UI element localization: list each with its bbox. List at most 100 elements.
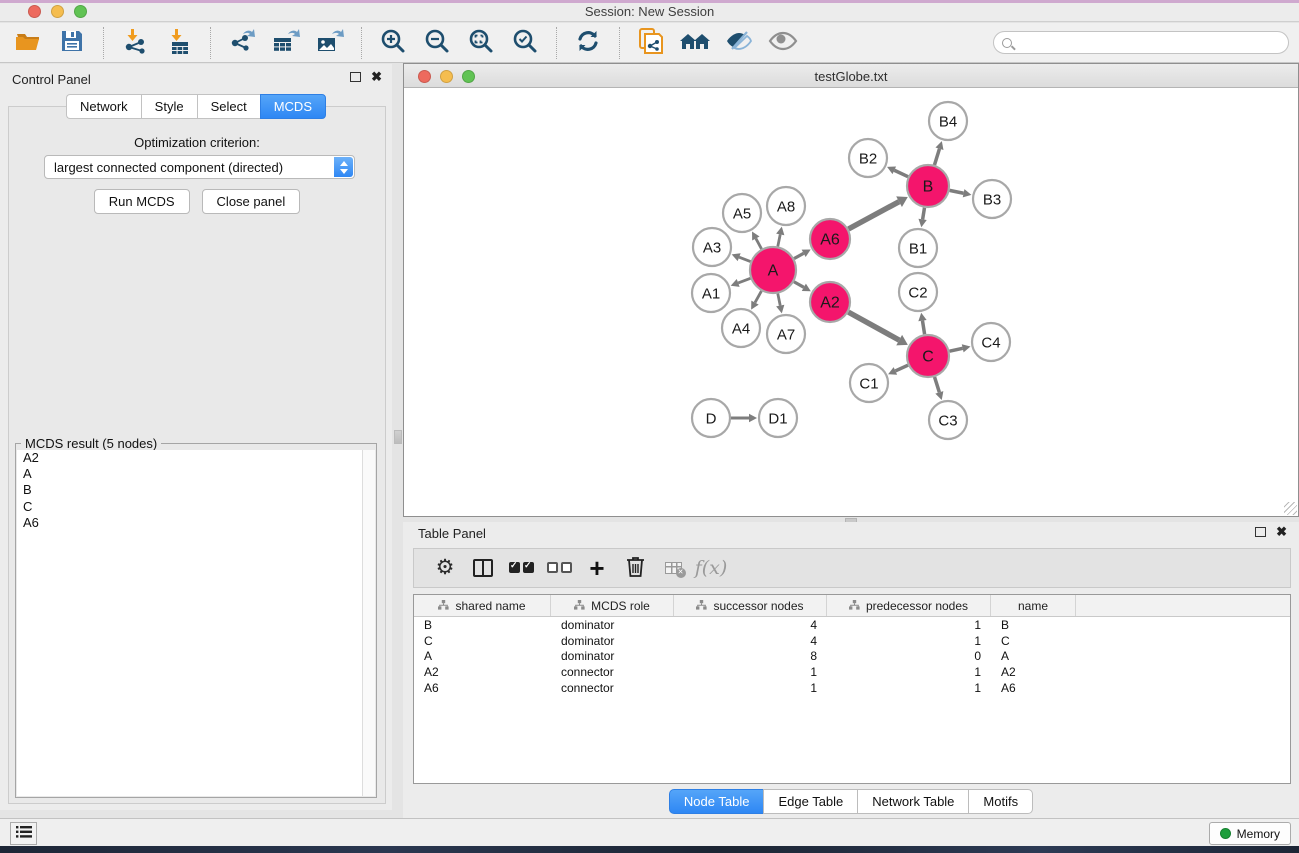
cell-MCDS-role[interactable]: dominator: [551, 649, 674, 663]
cell-predecessor-nodes[interactable]: 1: [827, 665, 991, 679]
edge-C-C3[interactable]: [935, 377, 940, 392]
show-columns-button[interactable]: [464, 551, 502, 585]
float-table-panel-icon[interactable]: [1255, 527, 1266, 537]
memory-button[interactable]: Memory: [1209, 822, 1291, 845]
cell-shared-name[interactable]: C: [414, 634, 551, 648]
zoom-selected-button[interactable]: [503, 25, 547, 61]
cell-shared-name[interactable]: A2: [414, 665, 551, 679]
home-button[interactable]: [673, 25, 717, 61]
unselect-all-columns-button[interactable]: [540, 551, 578, 585]
tab-select[interactable]: Select: [197, 94, 260, 119]
column-header-MCDS-role[interactable]: MCDS role: [551, 595, 674, 616]
tab-network[interactable]: Network: [66, 94, 141, 119]
table-row[interactable]: Bdominator41B: [414, 617, 1290, 633]
edge-B-B3[interactable]: [950, 190, 964, 193]
vertical-splitter-handle[interactable]: [394, 430, 402, 444]
close-table-panel-icon[interactable]: ✖: [1276, 527, 1287, 537]
task-history-button[interactable]: [10, 822, 37, 845]
column-header-name[interactable]: name: [991, 595, 1076, 616]
result-item[interactable]: C: [17, 499, 362, 515]
edge-A-A3[interactable]: [739, 257, 750, 261]
cell-MCDS-role[interactable]: dominator: [551, 618, 674, 632]
edge-A-A6[interactable]: [794, 253, 804, 258]
table-settings-button[interactable]: ⚙: [426, 551, 464, 585]
cell-successor-nodes[interactable]: 8: [674, 649, 827, 663]
cell-successor-nodes[interactable]: 1: [674, 681, 827, 695]
cell-successor-nodes[interactable]: 1: [674, 665, 827, 679]
cell-name[interactable]: A6: [991, 681, 1076, 695]
import-table-button[interactable]: [157, 25, 201, 61]
tab-motifs[interactable]: Motifs: [968, 789, 1033, 814]
edge-B-B1[interactable]: [923, 208, 925, 220]
result-item[interactable]: B: [17, 482, 362, 498]
cell-predecessor-nodes[interactable]: 1: [827, 634, 991, 648]
cell-predecessor-nodes[interactable]: 0: [827, 649, 991, 663]
cell-shared-name[interactable]: B: [414, 618, 551, 632]
edge-C-C2[interactable]: [922, 321, 924, 335]
delete-column-button[interactable]: [616, 551, 654, 585]
export-image-button[interactable]: [308, 25, 352, 61]
table-row[interactable]: A6connector11A6: [414, 680, 1290, 696]
open-session-button[interactable]: [6, 25, 50, 61]
tab-network-table[interactable]: Network Table: [857, 789, 968, 814]
save-session-button[interactable]: [50, 25, 94, 61]
table-row[interactable]: Cdominator41C: [414, 633, 1290, 649]
close-panel-button[interactable]: Close panel: [202, 189, 301, 214]
window-resize-grip[interactable]: [1284, 502, 1297, 515]
search-input[interactable]: [1016, 36, 1288, 50]
cell-MCDS-role[interactable]: connector: [551, 665, 674, 679]
column-header-predecessor-nodes[interactable]: predecessor nodes: [827, 595, 991, 616]
import-network-button[interactable]: [113, 25, 157, 61]
zoom-fit-button[interactable]: [459, 25, 503, 61]
cell-predecessor-nodes[interactable]: 1: [827, 681, 991, 695]
cell-predecessor-nodes[interactable]: 1: [827, 618, 991, 632]
cell-successor-nodes[interactable]: 4: [674, 618, 827, 632]
cell-MCDS-role[interactable]: dominator: [551, 634, 674, 648]
cell-name[interactable]: A: [991, 649, 1076, 663]
result-item[interactable]: A: [17, 466, 362, 482]
export-network-button[interactable]: [220, 25, 264, 61]
hide-graphics-details-button[interactable]: [717, 25, 761, 61]
cell-name[interactable]: A2: [991, 665, 1076, 679]
result-item[interactable]: A6: [17, 515, 362, 531]
zoom-out-button[interactable]: [415, 25, 459, 61]
edge-A-A4[interactable]: [755, 291, 761, 303]
cell-shared-name[interactable]: A: [414, 649, 551, 663]
tab-edge-table[interactable]: Edge Table: [763, 789, 857, 814]
tab-mcds[interactable]: MCDS: [260, 94, 326, 119]
show-graphics-details-button[interactable]: [761, 25, 805, 61]
cell-name[interactable]: C: [991, 634, 1076, 648]
cell-successor-nodes[interactable]: 4: [674, 634, 827, 648]
criterion-dropdown[interactable]: largest connected component (directed): [44, 155, 355, 179]
cell-shared-name[interactable]: A6: [414, 681, 551, 695]
cell-name[interactable]: B: [991, 618, 1076, 632]
run-mcds-button[interactable]: Run MCDS: [94, 189, 190, 214]
edge-B-B4[interactable]: [934, 149, 939, 165]
result-item[interactable]: A2: [17, 450, 362, 466]
tab-node-table[interactable]: Node Table: [669, 789, 764, 814]
edge-A-A5[interactable]: [756, 238, 762, 248]
select-all-columns-button[interactable]: [502, 551, 540, 585]
zoom-in-button[interactable]: [371, 25, 415, 61]
edge-A-A2[interactable]: [794, 282, 804, 288]
cell-MCDS-role[interactable]: connector: [551, 681, 674, 695]
network-canvas[interactable]: B4B2BB3A8A5A6A3B1AA1C2A2A4A7C4CC1C3DD1: [404, 89, 1298, 516]
column-header-shared-name[interactable]: shared name: [414, 595, 551, 616]
edge-A-A7[interactable]: [778, 294, 780, 306]
edge-A6-B[interactable]: [848, 202, 899, 229]
edge-A2-C[interactable]: [848, 312, 899, 340]
close-panel-icon[interactable]: ✖: [371, 72, 382, 82]
tab-style[interactable]: Style: [141, 94, 197, 119]
function-builder-button[interactable]: f(x): [692, 551, 730, 585]
delete-table-button[interactable]: [654, 551, 692, 585]
new-session-from-network-button[interactable]: [629, 25, 673, 61]
edge-C-C4[interactable]: [949, 348, 962, 351]
table-row[interactable]: Adominator80A: [414, 648, 1290, 664]
float-panel-icon[interactable]: [350, 72, 361, 82]
edge-C-C1[interactable]: [895, 365, 908, 371]
edge-B-B2[interactable]: [894, 170, 908, 176]
column-header-successor-nodes[interactable]: successor nodes: [674, 595, 827, 616]
table-row[interactable]: A2connector11A2: [414, 664, 1290, 680]
export-table-button[interactable]: [264, 25, 308, 61]
edge-A-A1[interactable]: [738, 278, 750, 283]
